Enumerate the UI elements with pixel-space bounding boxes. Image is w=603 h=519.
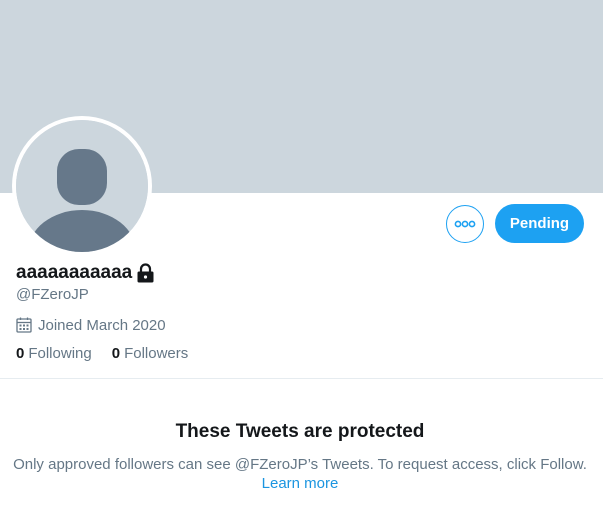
name-row: aaaaaaaaaaa: [16, 262, 155, 284]
joined-date: Joined March 2020: [38, 316, 166, 334]
more-options-button[interactable]: [446, 205, 484, 243]
learn-more-link[interactable]: Learn more: [262, 475, 339, 492]
followers-link[interactable]: 0 Followers: [112, 345, 189, 362]
joined-date-row: Joined March 2020: [16, 315, 166, 335]
pending-button[interactable]: Pending: [495, 204, 584, 243]
following-label: Following: [28, 345, 92, 362]
more-horizontal-icon: [454, 220, 476, 228]
calendar-icon: [16, 317, 32, 333]
follow-stats: 0 Following 0 Followers: [16, 345, 188, 362]
following-link[interactable]: 0 Following: [16, 345, 92, 362]
lock-icon: [136, 263, 155, 283]
default-avatar-icon: [16, 120, 148, 252]
followers-label: Followers: [124, 345, 189, 362]
protected-title: These Tweets are protected: [175, 421, 425, 442]
followers-count: 0: [111, 345, 121, 362]
avatar[interactable]: [16, 120, 148, 252]
profile-handle: @FZeroJP: [16, 286, 89, 303]
protected-description-block: Only approved followers can see @FZeroJP…: [0, 455, 600, 493]
display-name: aaaaaaaaaaa: [16, 262, 133, 283]
protected-description: Only approved followers can see @FZeroJP…: [13, 456, 587, 473]
following-count: 0: [16, 345, 25, 362]
divider: [0, 378, 603, 379]
